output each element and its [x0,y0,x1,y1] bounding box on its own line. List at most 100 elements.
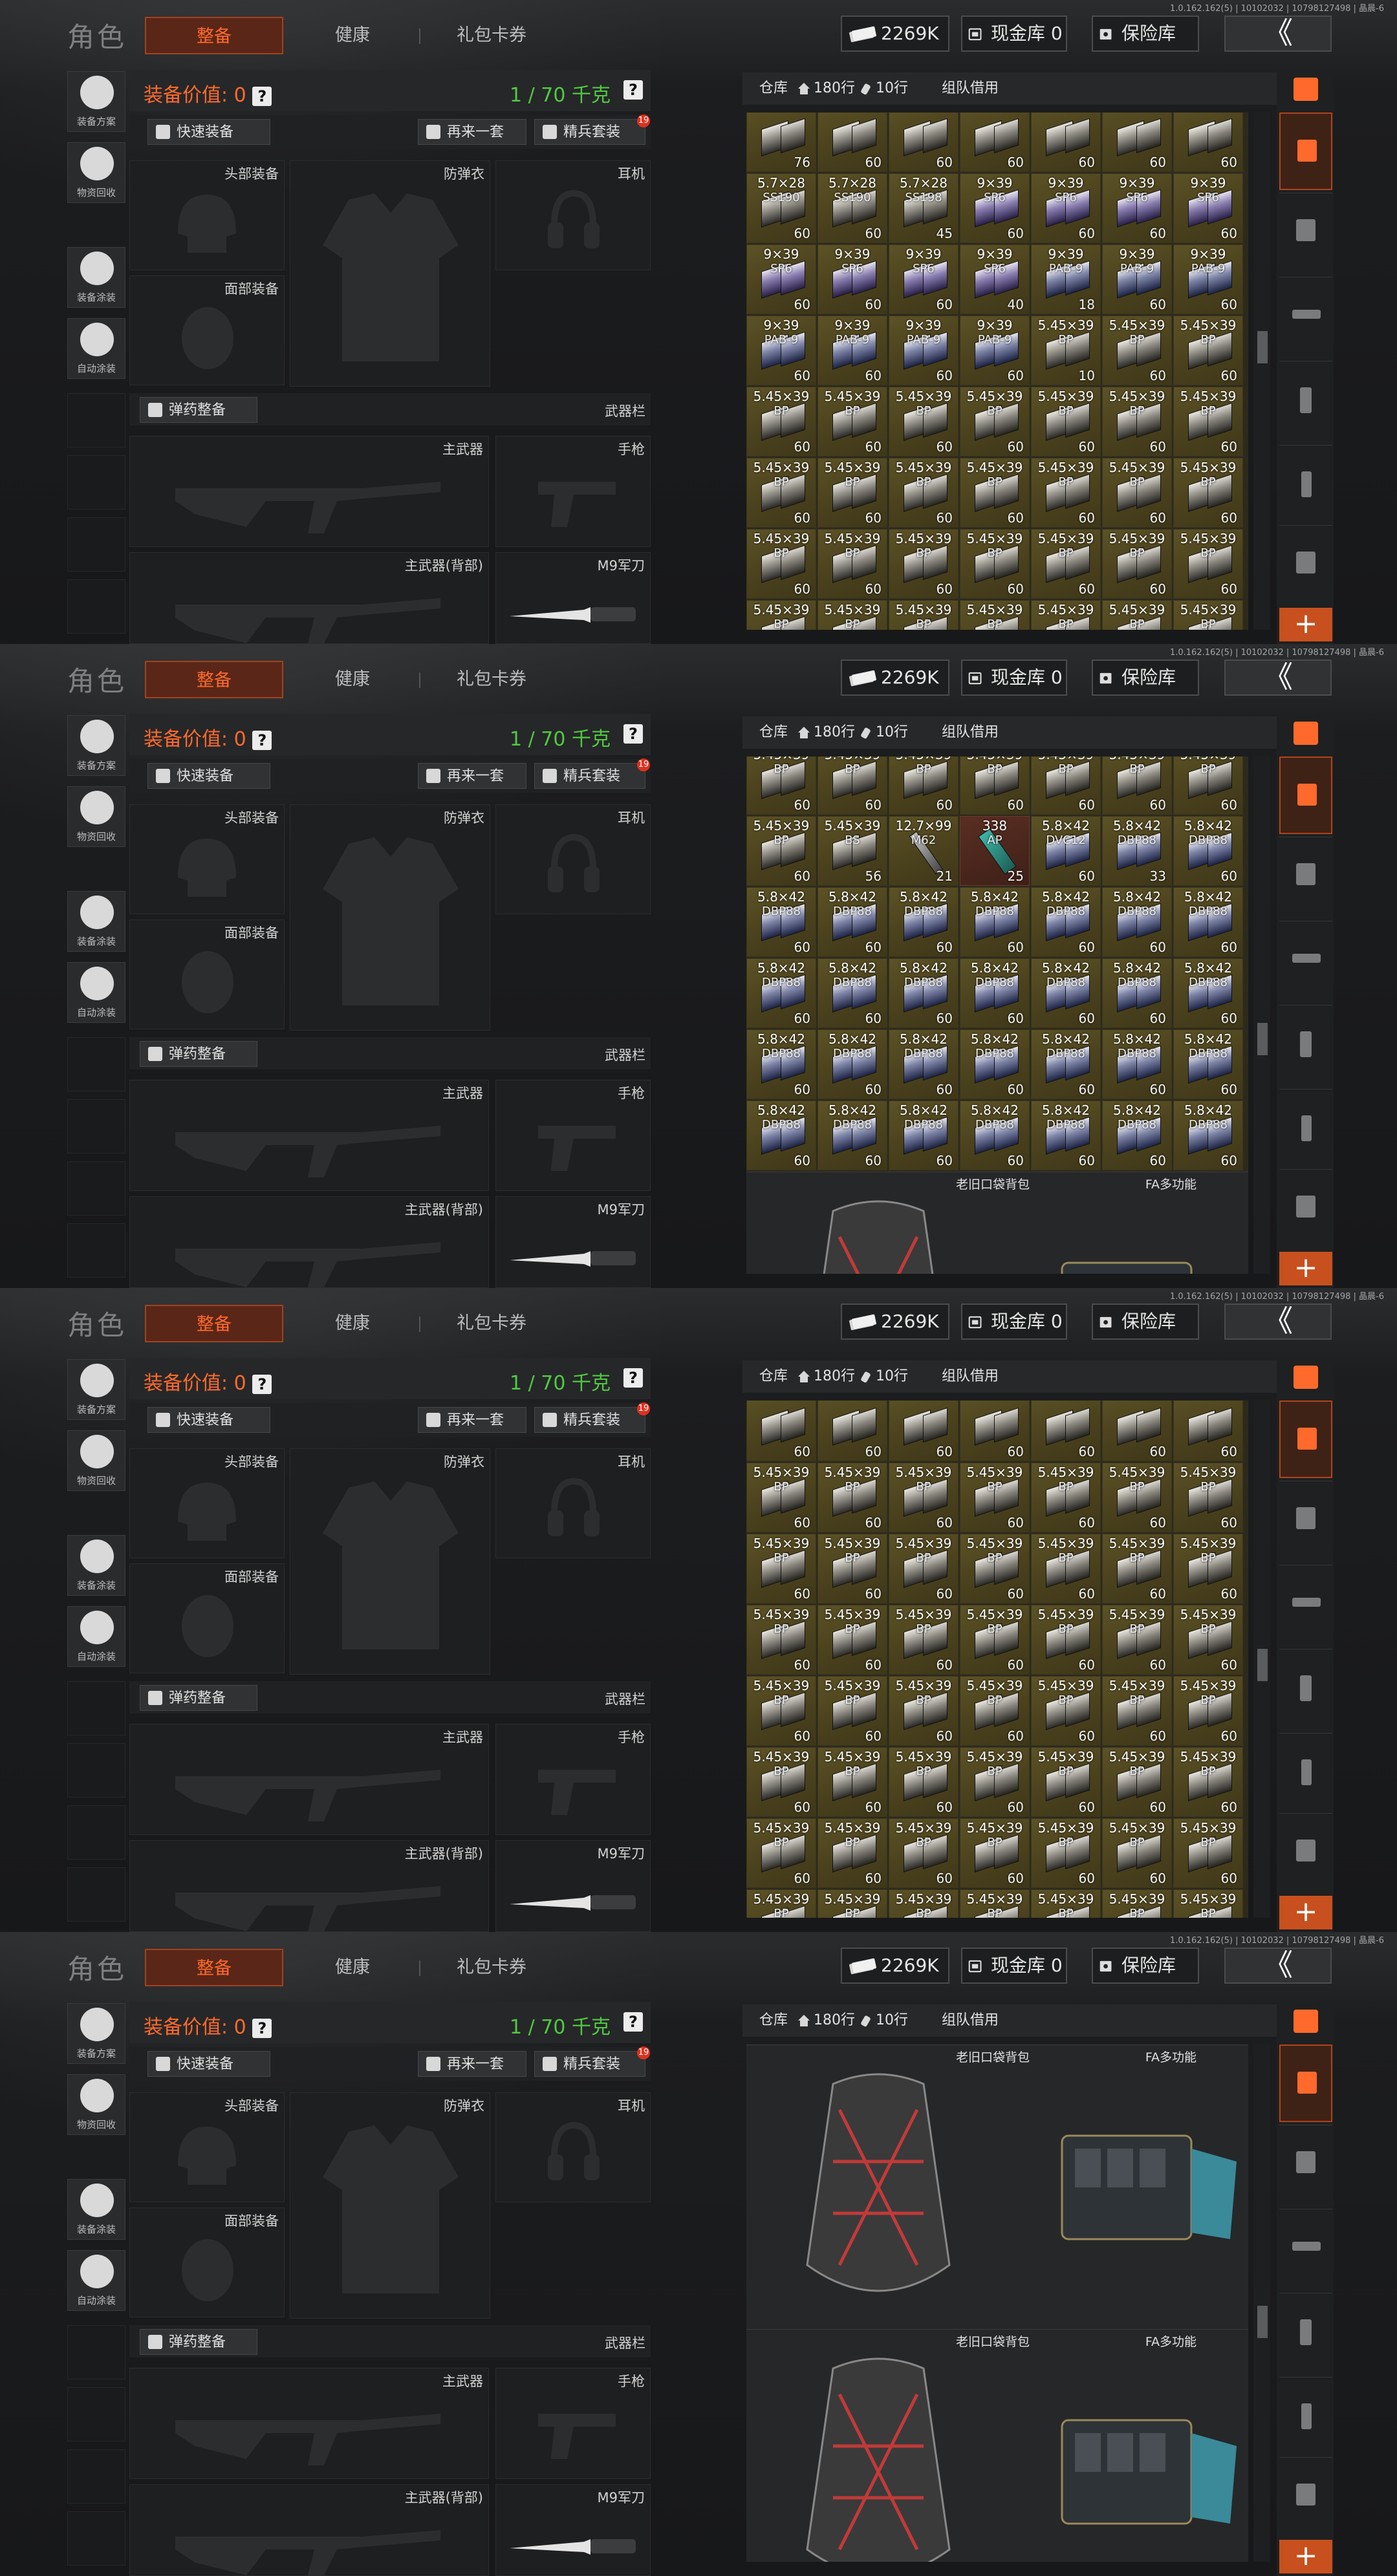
ammo-item[interactable]: 5.45×39 BS 56 [818,816,887,886]
ammo-item[interactable]: 5.45×39BP60 [1173,757,1243,815]
ammo-item[interactable]: 5.45×39BP60 [1102,529,1172,599]
ammo-item[interactable]: 5.45×39BP60 [818,1605,887,1675]
ammo-item[interactable]: 60 [889,113,958,172]
ammo-item[interactable]: 5.45×39BP60 [1102,458,1172,528]
ammo-item[interactable]: 5.45×39BP60 [1173,316,1243,385]
category-misc[interactable] [1279,1169,1332,1247]
ammo-item[interactable]: 9×39 PAB-9 60 [960,316,1030,385]
ammo-item[interactable]: 60 [889,1401,958,1461]
head-slot[interactable]: 头部装备 [129,160,285,270]
tab-gift-coupons[interactable]: 礼包卡券 [440,1305,543,1342]
ammo-item[interactable]: 5.45×39BP60 [818,529,887,599]
ammo-item[interactable]: 9×39 SP6 60 [1173,173,1243,243]
ammo-item[interactable]: 5.8×42 DBP88 60 [960,1100,1030,1170]
armor-slot[interactable]: 防弹衣 [290,2092,490,2319]
sidebar-item-paint[interactable]: 装备涂装 [67,891,125,952]
category-ammo[interactable] [1279,445,1332,523]
ammo-item[interactable]: 5.45×39BP60 [746,1889,816,1918]
warehouse-scrollbar[interactable] [1253,113,1270,630]
add-button[interactable]: + [1279,1896,1332,1929]
ammo-item[interactable]: 5.45×39BP60 [1102,1605,1172,1675]
tab-equip[interactable]: 整备 [145,1949,283,1986]
team-lend-tab[interactable]: 组队借用 [942,2004,999,2037]
team-lend-tab[interactable]: 组队借用 [942,716,999,749]
ammo-item[interactable]: 5.8×42 DVC12 60 [1031,816,1101,886]
tab-health[interactable]: 健康 [304,17,401,54]
ammo-item[interactable]: 5.8×42 DBP88 60 [746,1029,816,1099]
sidebar-item-auto-paint[interactable]: 自动涂装 [67,2250,125,2311]
ammo-item[interactable]: 9×39 SP6 60 [960,173,1030,243]
knife-slot[interactable]: M9军刀 [495,1196,651,1288]
head-slot[interactable]: 头部装备 [129,804,285,914]
ammo-prep-button[interactable]: 弹药整备 [140,397,257,423]
sidebar-item-auto-paint[interactable]: 自动涂装 [67,962,125,1023]
category-misc[interactable] [1279,2457,1332,2535]
ammo-item[interactable]: 5.45×39BP60 [818,387,887,456]
ammo-item[interactable]: 5.45×39BP60 [746,1463,816,1532]
again-button[interactable]: 再来一套 [418,1407,526,1433]
head-slot[interactable]: 头部装备 [129,2092,285,2202]
ammo-item[interactable]: 5.45×39BP60 [889,1676,958,1746]
ammo-item[interactable]: 5.8×42 DBP88 60 [1031,1029,1101,1099]
ammo-item[interactable]: 5.45×39BP60 [818,1534,887,1604]
ammo-prep-button[interactable]: 弹药整备 [140,1685,257,1711]
weight-help-icon[interactable]: ? [623,80,643,100]
category-weapon[interactable] [1279,277,1332,355]
ammo-item[interactable]: 5.45×39BP60 [1173,1463,1243,1532]
ammo-item[interactable]: 5.45×39BP60 [1102,600,1172,630]
ammo-item[interactable]: 5.8×42 DBP88 60 [746,887,816,957]
sort-icon[interactable] [1294,2010,1318,2033]
category-armor[interactable] [1279,193,1332,271]
sidebar-item-recycle[interactable]: 物资回收 [67,142,125,203]
again-button[interactable]: 再来一套 [418,763,526,789]
ammo-item[interactable]: 12.7×99 M62 21 [889,816,958,886]
ear-slot[interactable]: 耳机 [495,804,651,914]
quick-equip-button[interactable]: 快速装备 [147,119,270,145]
ammo-item[interactable]: 60 [746,1401,816,1461]
ammo-item[interactable]: 5.45×39BP60 [746,387,816,456]
category-magazine[interactable] [1279,1005,1332,1083]
category-ammo[interactable] [1279,1089,1332,1167]
ammo-item[interactable]: 5.8×42 DBP88 60 [1102,887,1172,957]
ammo-item[interactable]: 5.7×28 SS190 60 [818,173,887,243]
category-misc[interactable] [1279,525,1332,603]
ammo-item[interactable]: 9×39 PAB-9 60 [1102,244,1172,314]
team-lend-tab[interactable]: 组队借用 [942,1360,999,1393]
ammo-item[interactable]: 5.45×39BP60 [818,1747,887,1817]
ammo-item[interactable]: 60 [960,113,1030,172]
ammo-item[interactable]: 5.45×39BP60 [746,757,816,815]
ammo-item[interactable]: 5.45×39BP60 [1173,1889,1243,1918]
ammo-item[interactable]: 5.45×39BP60 [1173,1818,1243,1888]
ammo-item[interactable]: 5.45×39BP60 [960,757,1030,815]
ammo-item[interactable]: 5.8×42 DBP88 60 [818,958,887,1028]
ammo-item[interactable]: 9×39 PAB-9 60 [818,316,887,385]
tab-equip[interactable]: 整备 [145,1305,283,1342]
ammo-item[interactable]: 5.45×39BP60 [889,458,958,528]
ammo-item[interactable]: 5.45×39BP60 [1102,1747,1172,1817]
category-armor[interactable] [1279,837,1332,915]
armor-slot[interactable]: 防弹衣 [290,1448,490,1675]
ammo-item[interactable]: 60 [960,1401,1030,1461]
ammo-item[interactable]: 5.45×39BP60 [889,1605,958,1675]
ammo-item[interactable]: 5.45×39BP60 [1031,1463,1101,1532]
tab-equip[interactable]: 整备 [145,661,283,698]
back-button[interactable]: 《 [1224,660,1332,696]
ammo-item[interactable]: 5.45×39BP60 [818,757,887,815]
sort-icon[interactable] [1294,78,1318,101]
ammo-item[interactable]: 5.45×39BP60 [818,1818,887,1888]
quick-equip-button[interactable]: 快速装备 [147,2051,270,2077]
ammo-item[interactable]: 5.8×42 DBP88 60 [960,1029,1030,1099]
ammo-item[interactable]: 60 [818,1401,887,1461]
add-button[interactable]: + [1279,2540,1332,2573]
primary-weapon-slot[interactable]: 主武器 [129,2368,489,2479]
ammo-item[interactable]: 60 [1031,113,1101,172]
ammo-item[interactable]: 5.45×39BP60 [960,458,1030,528]
ammo-item[interactable]: 5.45×39BP60 [1173,458,1243,528]
back-button[interactable]: 《 [1224,1304,1332,1340]
sidebar-item-loadout[interactable]: 装备方案 [67,1359,125,1420]
sidebar-item-loadout[interactable]: 装备方案 [67,71,125,132]
category-ammo[interactable] [1279,1733,1332,1811]
ammo-item[interactable]: 5.45×39BP60 [889,757,958,815]
sidebar-item-auto-paint[interactable]: 自动涂装 [67,1606,125,1667]
ammo-item[interactable]: 5.8×42 DBP88 60 [960,887,1030,957]
